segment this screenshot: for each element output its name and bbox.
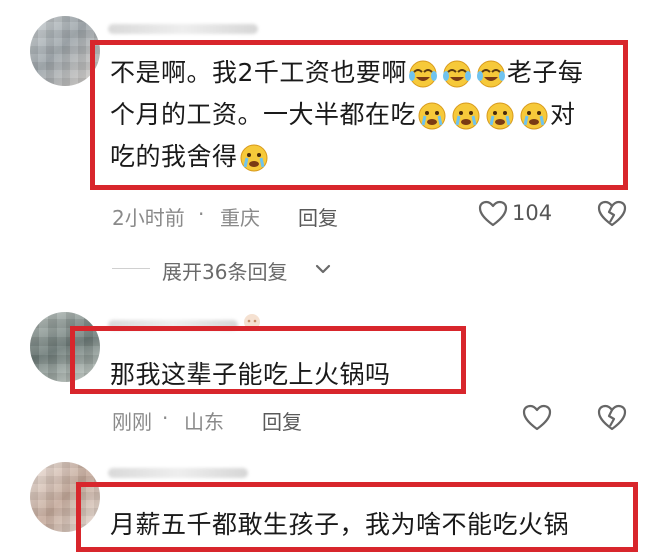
heart-icon[interactable] xyxy=(478,200,508,228)
heart-icon[interactable] xyxy=(522,404,552,432)
cry-emoji xyxy=(240,144,268,172)
reply-button[interactable]: 回复 xyxy=(262,406,302,435)
meta-separator: · xyxy=(198,202,205,226)
comment-text: 那我这辈子能吃上火锅吗 xyxy=(110,360,391,389)
emoji-group xyxy=(407,59,507,89)
comment-line-2: 个月的工资。一大半都在吃 xyxy=(110,100,417,129)
comment-line-1: 不是啊。我2千工资也要啊 xyxy=(110,58,407,87)
meta-separator: · xyxy=(162,406,169,430)
username-blurred[interactable] xyxy=(108,468,248,478)
comment-location: 重庆 xyxy=(220,206,260,230)
comment-line-3: 吃的我舍得 xyxy=(110,142,238,171)
dislike-icon[interactable] xyxy=(597,200,627,228)
username-blurred[interactable] xyxy=(108,24,258,34)
comment-text: 不是啊。我2千工资也要啊 老子每 个月的工资。一大半都在吃 对 吃的我舍得 xyxy=(110,52,620,178)
laugh-cry-emoji xyxy=(476,60,505,88)
comment-line-1-tail: 老子每 xyxy=(506,58,584,87)
dislike-icon[interactable] xyxy=(597,404,627,432)
cry-emoji xyxy=(486,102,514,130)
comment-text: 月薪五千都敢生孩子，我为啥不能吃火锅 xyxy=(110,510,570,539)
cry-emoji xyxy=(520,102,548,130)
comment-location: 山东 xyxy=(184,410,224,434)
comment-time: 刚刚 xyxy=(112,410,152,434)
emoji-group xyxy=(416,101,550,131)
comment-time: 2小时前 xyxy=(112,206,185,230)
laugh-cry-emoji xyxy=(408,60,437,88)
cry-emoji xyxy=(452,102,480,130)
laugh-cry-emoji xyxy=(442,60,471,88)
comment-line-2-tail: 对 xyxy=(550,100,576,129)
reply-button[interactable]: 回复 xyxy=(298,202,338,231)
chevron-down-icon[interactable] xyxy=(314,262,332,276)
expand-replies-button[interactable]: 展开36条回复 xyxy=(162,256,287,285)
like-count: 104 xyxy=(512,201,553,225)
expand-divider xyxy=(112,268,150,269)
cry-emoji xyxy=(418,102,446,130)
emoji-group xyxy=(238,143,270,173)
